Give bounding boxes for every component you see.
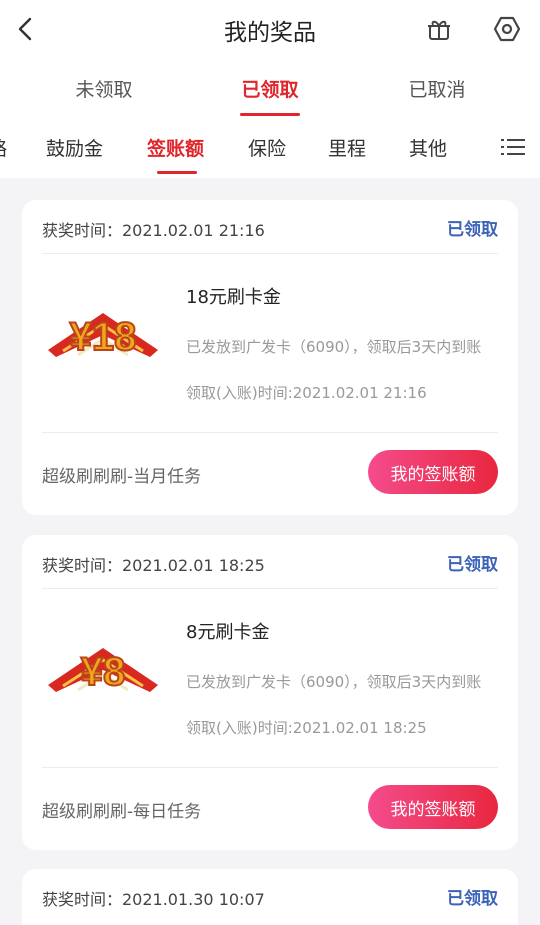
my-spending-credit-button[interactable]: 我的签账额 <box>368 785 498 829</box>
active-category-indicator <box>157 171 197 174</box>
list-menu-icon[interactable] <box>498 132 528 162</box>
prize-name: 8元刷卡金 <box>186 622 270 643</box>
prize-badge-image: ¥8 <box>38 630 168 710</box>
tab-cancelled[interactable]: 已取消 <box>357 75 517 102</box>
prize-badge-text: ¥18 <box>70 315 137 359</box>
prize-badge-text: ¥8 <box>81 650 126 694</box>
status-badge: 已领取 <box>447 220 498 240</box>
award-time: 获奖时间：2021.02.01 21:16 <box>42 221 265 240</box>
category-tabs: 略 鼓励金 签账额 保险 里程 其他 <box>0 120 540 178</box>
settings-icon[interactable] <box>490 12 524 46</box>
prize-name: 18元刷卡金 <box>186 287 281 308</box>
divider <box>42 588 498 589</box>
prize-source: 超级刷刷刷-当月任务 <box>42 467 202 487</box>
claim-time: 领取(入账)时间:2021.02.01 18:25 <box>186 719 427 737</box>
tab-insurance[interactable]: 保险 <box>248 134 286 161</box>
tab-claimed[interactable]: 已领取 <box>190 75 350 102</box>
gift-icon[interactable] <box>422 12 456 46</box>
prize-card: 获奖时间：2021.02.01 21:16 已领取 ¥18 18元刷卡金 已发放… <box>22 200 518 515</box>
prize-description: 已发放到广发卡（6090），领取后3天内到账 <box>186 338 482 356</box>
award-time: 获奖时间：2021.01.30 10:07 <box>42 890 265 909</box>
prize-card: 获奖时间：2021.02.01 18:25 已领取 ¥8 8元刷卡金 已发放到广… <box>22 535 518 850</box>
award-time: 获奖时间：2021.02.01 18:25 <box>42 556 265 575</box>
prize-description: 已发放到广发卡（6090），领取后3天内到账 <box>186 673 482 691</box>
page-title: 我的奖品 <box>224 20 316 46</box>
prize-card: 获奖时间：2021.01.30 10:07 已领取 <box>22 869 518 925</box>
divider <box>42 432 498 433</box>
claim-time: 领取(入账)时间:2021.02.01 21:16 <box>186 384 427 402</box>
tab-unclaimed[interactable]: 未领取 <box>24 75 184 102</box>
prize-badge-image: ¥18 <box>38 295 168 375</box>
status-badge: 已领取 <box>447 889 498 909</box>
divider <box>42 253 498 254</box>
tab-other[interactable]: 其他 <box>409 134 447 161</box>
active-tab-indicator <box>240 113 300 116</box>
tab-mileage[interactable]: 里程 <box>328 134 366 161</box>
status-badge: 已领取 <box>447 555 498 575</box>
tab-spending-credit[interactable]: 签账额 <box>147 134 204 161</box>
top-bar: 我的奖品 <box>0 0 540 58</box>
my-spending-credit-button[interactable]: 我的签账额 <box>368 450 498 494</box>
tab-category-partial[interactable]: 略 <box>0 134 7 161</box>
divider <box>42 767 498 768</box>
tab-encouragement-fund[interactable]: 鼓励金 <box>46 134 103 161</box>
prize-source: 超级刷刷刷-每日任务 <box>42 802 202 822</box>
status-tabs: 未领取 已领取 已取消 <box>0 58 540 120</box>
